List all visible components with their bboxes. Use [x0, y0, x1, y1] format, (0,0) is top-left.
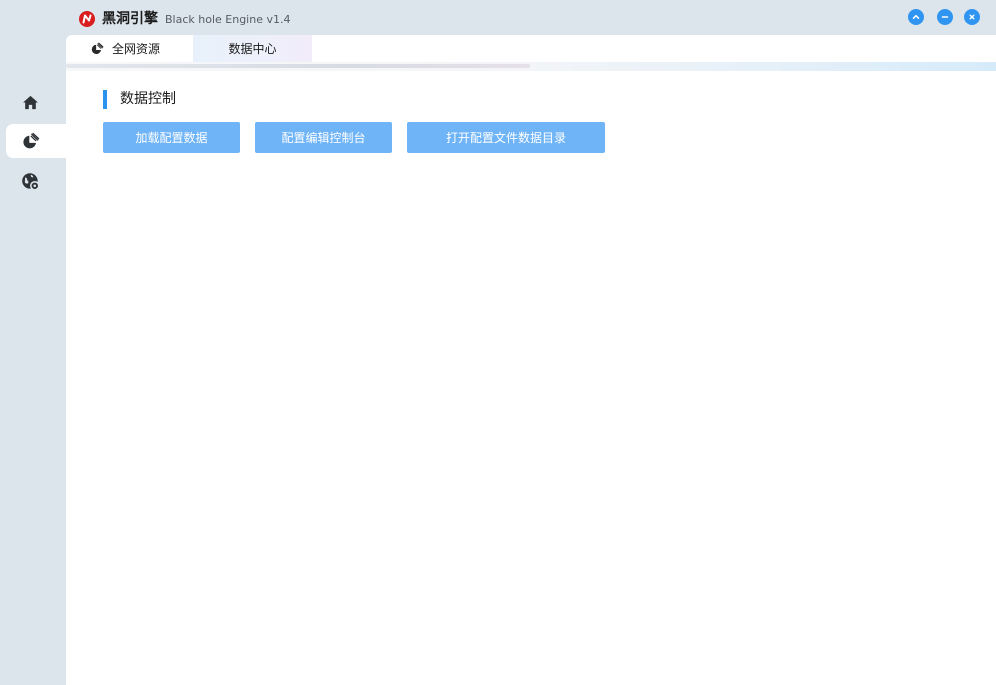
section-accent-bar	[103, 89, 107, 109]
tab-indicator	[66, 64, 530, 68]
collapse-button[interactable]	[908, 9, 924, 25]
tab-label: 数据中心	[228, 42, 277, 56]
open-config-data-folder-button[interactable]: 打开配置文件数据目录	[407, 122, 605, 153]
pie-chart-brush-icon	[21, 132, 40, 151]
close-button[interactable]	[964, 9, 980, 25]
section-title: 数据控制	[120, 91, 176, 107]
tab-label: 全网资源	[112, 42, 161, 56]
sidebar-item-data[interactable]	[6, 124, 66, 158]
tab-all-resources[interactable]: 全网资源	[66, 35, 193, 62]
main-panel: 数据控制 加载配置数据 配置编辑控制台 打开配置文件数据目录	[66, 71, 996, 685]
chevron-up-icon	[912, 14, 920, 19]
tab-bar: 全网资源 数据中心	[66, 35, 996, 62]
close-icon	[969, 14, 975, 20]
app-version: Black hole Engine v1.4	[165, 13, 291, 26]
app-logo-icon	[79, 11, 95, 27]
tab-indicator-track	[66, 62, 996, 71]
sidebar	[0, 71, 66, 685]
globe-gear-icon	[21, 172, 40, 191]
home-icon	[22, 94, 39, 111]
config-editor-console-button[interactable]: 配置编辑控制台	[255, 122, 392, 153]
tab-data-center[interactable]: 数据中心	[193, 35, 312, 62]
pie-chart-brush-icon	[90, 42, 104, 56]
title-bar[interactable]: 黑洞引擎 Black hole Engine v1.4	[0, 0, 996, 35]
sidebar-item-home[interactable]	[6, 85, 66, 119]
sidebar-item-network[interactable]	[6, 164, 66, 198]
section-header: 数据控制	[103, 89, 176, 109]
app-window: 黑洞引擎 Black hole Engine v1.4 全网资源 数据中心 数据…	[0, 0, 996, 685]
app-name: 黑洞引擎	[102, 11, 158, 27]
minus-icon	[941, 16, 949, 18]
load-config-data-button[interactable]: 加载配置数据	[103, 122, 240, 153]
minimize-button[interactable]	[937, 9, 953, 25]
